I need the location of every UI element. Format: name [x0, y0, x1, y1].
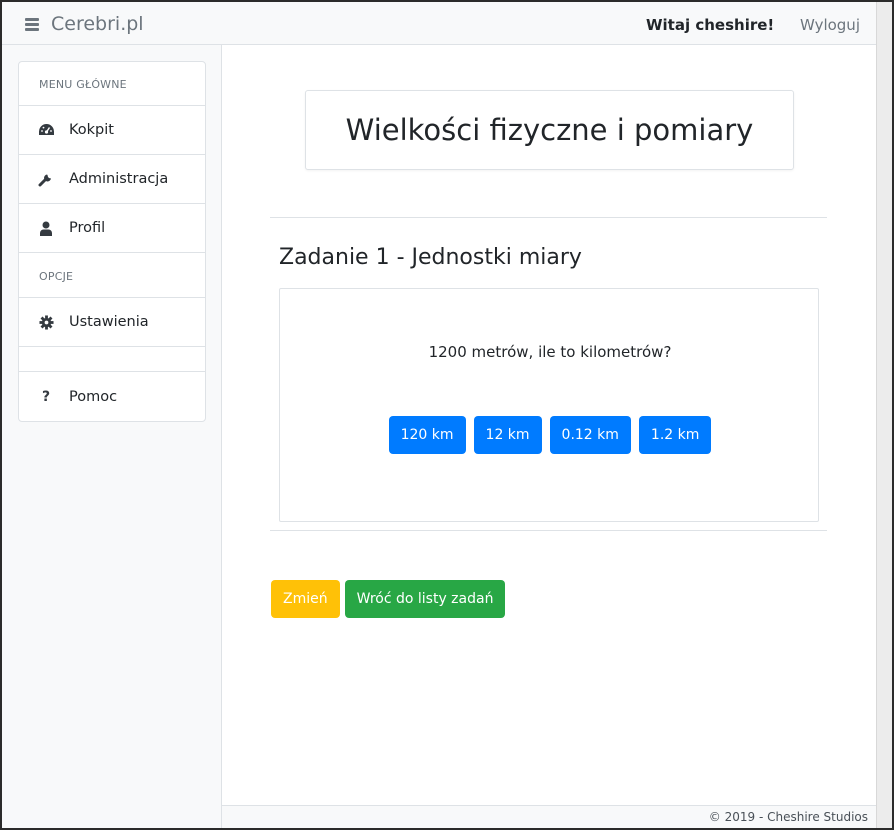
- sidebar: MENU GŁÓWNE Kokpit Administracja Profil …: [2, 45, 222, 828]
- brand-logo[interactable]: Cerebri.pl: [51, 13, 144, 35]
- app-window: Cerebri.pl Witaj cheshire! Wyloguj MENU …: [2, 2, 876, 828]
- divider: [270, 530, 827, 531]
- change-button[interactable]: Zmień: [271, 580, 340, 618]
- welcome-text: Witaj cheshire!: [646, 16, 775, 34]
- sidebar-item-profil[interactable]: Profil: [19, 204, 205, 253]
- task-title: Zadanie 1 - Jednostki miary: [279, 245, 582, 270]
- sidebar-item-label: Pomoc: [69, 388, 118, 405]
- action-bar: Zmień Wróć do listy zadań: [271, 580, 506, 618]
- menu-main-header: MENU GŁÓWNE: [19, 62, 205, 106]
- page-title: Wielkości fizyczne i pomiary: [305, 90, 794, 170]
- menu-options-header: OPCJE: [19, 253, 205, 298]
- task-card: 1200 metrów, ile to kilometrów? 120 km 1…: [279, 288, 819, 522]
- sidebar-item-ustawienia[interactable]: Ustawienia: [19, 298, 205, 347]
- logout-link[interactable]: Wyloguj: [800, 16, 860, 34]
- sidebar-item-administracja[interactable]: Administracja: [19, 155, 205, 204]
- sidebar-item-label: Ustawienia: [69, 314, 149, 330]
- sidebar-item-label: Administracja: [69, 171, 169, 187]
- top-navbar: Cerebri.pl Witaj cheshire! Wyloguj: [2, 2, 876, 45]
- gear-icon: [19, 314, 69, 330]
- sidebar-item-label: Kokpit: [69, 122, 114, 138]
- answer-group: 120 km 12 km 0.12 km 1.2 km: [280, 416, 820, 454]
- sidebar-item-pomoc[interactable]: ? Pomoc: [19, 372, 205, 421]
- wrench-icon: [19, 171, 69, 187]
- answer-button-12km[interactable]: 12 km: [473, 416, 542, 454]
- question-text: 1200 metrów, ile to kilometrów?: [428, 343, 672, 361]
- dashboard-icon: [19, 123, 69, 137]
- footer: © 2019 - Cheshire Studios: [222, 805, 876, 828]
- menu-divider: [19, 347, 205, 372]
- back-to-tasks-button[interactable]: Wróć do listy zadań: [344, 580, 506, 618]
- user-icon: [19, 221, 69, 236]
- question-icon: ?: [41, 388, 51, 405]
- footer-text: © 2019 - Cheshire Studios: [708, 810, 868, 824]
- answer-button-120km[interactable]: 120 km: [388, 416, 466, 454]
- sidebar-item-label: Profil: [69, 220, 106, 236]
- divider: [270, 217, 827, 218]
- answer-button-1.2km[interactable]: 1.2 km: [638, 416, 712, 454]
- window-edge: [876, 2, 892, 828]
- answer-button-0.12km[interactable]: 0.12 km: [549, 416, 631, 454]
- sidebar-item-kokpit[interactable]: Kokpit: [19, 106, 205, 155]
- sidebar-menu: MENU GŁÓWNE Kokpit Administracja Profil …: [18, 61, 206, 422]
- menu-toggle-icon[interactable]: [25, 18, 39, 31]
